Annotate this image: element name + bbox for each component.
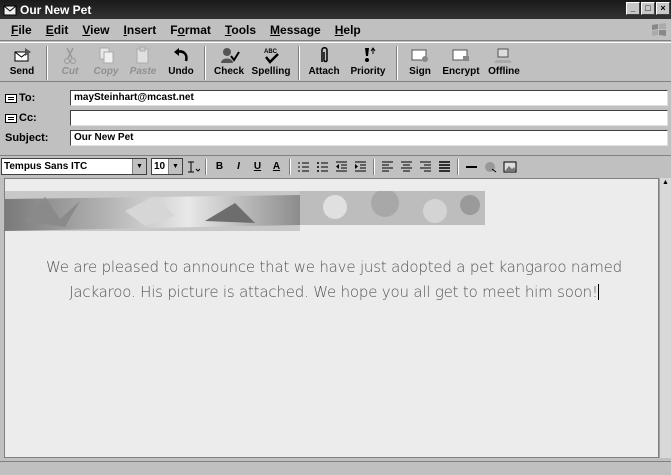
copy-button[interactable]: Copy xyxy=(88,43,124,81)
italic-button[interactable]: I xyxy=(230,158,247,175)
menu-help[interactable]: Help xyxy=(328,23,368,37)
menu-bar: File Edit View Insert Format Tools Messa… xyxy=(0,19,671,41)
align-right-icon xyxy=(420,161,431,171)
to-field[interactable]: maySteinhart@mcast.net xyxy=(70,90,668,106)
stationery-banner-image xyxy=(5,191,485,231)
status-bar xyxy=(0,461,671,475)
menu-edit[interactable]: Edit xyxy=(39,23,76,37)
justify-icon xyxy=(439,160,450,172)
send-icon xyxy=(14,48,31,62)
justify-button[interactable] xyxy=(436,158,453,175)
message-body-editor[interactable]: We are pleased to announce that we have … xyxy=(4,178,659,458)
encrypt-button[interactable]: Encrypt xyxy=(438,43,484,81)
address-book-icon xyxy=(5,113,17,123)
toolbar: Send Cut Copy Paste Undo Check ABC Spell… xyxy=(0,42,671,82)
align-right-button[interactable] xyxy=(417,158,434,175)
text-cursor xyxy=(597,284,599,300)
horizontal-line-icon xyxy=(466,165,477,168)
bullet-list-icon xyxy=(317,161,328,172)
menu-format[interactable]: Format xyxy=(163,23,218,37)
increase-indent-button[interactable] xyxy=(352,158,369,175)
to-label[interactable]: To: xyxy=(0,92,70,104)
numbered-list-button[interactable] xyxy=(295,158,312,175)
svg-text:ABC: ABC xyxy=(264,49,278,55)
cut-button[interactable]: Cut xyxy=(52,43,88,81)
priority-icon xyxy=(365,47,376,62)
clipboard-icon xyxy=(136,46,149,64)
numbered-list-icon xyxy=(298,162,309,171)
check-names-icon xyxy=(221,48,240,63)
maximize-button[interactable]: □ xyxy=(641,2,655,15)
underline-button[interactable]: U xyxy=(249,158,266,175)
send-button[interactable]: Send xyxy=(2,43,42,81)
windows-logo-icon xyxy=(652,23,666,36)
subject-row: Subject: Our New Pet xyxy=(0,128,671,148)
spelling-icon: ABC xyxy=(264,49,279,64)
close-button[interactable]: × xyxy=(656,2,670,15)
sign-icon xyxy=(411,49,428,62)
to-row: To: maySteinhart@mcast.net xyxy=(0,88,671,108)
paste-button[interactable]: Paste xyxy=(124,43,162,81)
undo-button[interactable]: Undo xyxy=(162,43,200,81)
insert-picture-button[interactable] xyxy=(501,158,518,175)
paragraph-style-icon xyxy=(187,161,200,172)
message-text: We are pleased to announce that we have … xyxy=(46,258,622,301)
chevron-down-icon[interactable]: ▼ xyxy=(168,159,182,174)
decrease-indent-button[interactable] xyxy=(333,158,350,175)
subject-label: Subject: xyxy=(5,132,49,144)
window-title: Our New Pet xyxy=(20,2,92,17)
increase-indent-icon xyxy=(355,161,366,171)
font-color-button[interactable]: A xyxy=(268,158,285,175)
menu-message[interactable]: Message xyxy=(263,23,328,37)
menu-insert[interactable]: Insert xyxy=(117,23,164,37)
align-center-icon xyxy=(401,161,412,171)
title-bar: Our New Pet _ □ × xyxy=(0,0,671,19)
align-center-button[interactable] xyxy=(398,158,415,175)
align-left-icon xyxy=(382,161,393,171)
scissors-icon xyxy=(64,47,76,64)
cc-label[interactable]: Cc: xyxy=(0,112,70,124)
globe-link-icon xyxy=(485,161,497,172)
vertical-scrollbar[interactable]: ▲ xyxy=(659,178,671,458)
address-book-icon xyxy=(5,93,17,103)
picture-icon xyxy=(503,161,516,172)
formatting-toolbar: Tempus Sans ITC ▼ 10 ▼ B I U A xyxy=(0,155,671,177)
copy-icon xyxy=(99,47,114,64)
chevron-down-icon[interactable]: ▼ xyxy=(132,159,146,174)
insert-hyperlink-button[interactable] xyxy=(482,158,499,175)
menu-tools[interactable]: Tools xyxy=(218,23,263,37)
subject-field[interactable]: Our New Pet xyxy=(70,130,668,146)
offline-icon xyxy=(494,48,512,63)
cc-field[interactable] xyxy=(70,110,668,126)
minimize-button[interactable]: _ xyxy=(626,2,640,15)
offline-button[interactable]: Offline xyxy=(484,43,524,81)
menu-view[interactable]: View xyxy=(75,23,116,37)
undo-icon xyxy=(174,48,188,62)
horizontal-line-button[interactable] xyxy=(463,158,480,175)
spelling-button[interactable]: ABC Spelling xyxy=(248,43,294,81)
menu-file[interactable]: File xyxy=(4,23,39,37)
encrypt-icon xyxy=(452,49,469,61)
align-left-button[interactable] xyxy=(379,158,396,175)
check-names-button[interactable]: Check xyxy=(210,43,248,81)
scroll-up-arrow-icon[interactable]: ▲ xyxy=(660,178,671,188)
bullet-list-button[interactable] xyxy=(314,158,331,175)
sign-button[interactable]: Sign xyxy=(402,43,438,81)
paperclip-icon xyxy=(321,47,328,63)
font-name-select[interactable]: Tempus Sans ITC ▼ xyxy=(1,158,147,175)
paragraph-style-button[interactable] xyxy=(184,158,201,175)
decrease-indent-icon xyxy=(336,161,347,171)
priority-button[interactable]: Priority xyxy=(344,43,392,81)
mail-message-icon xyxy=(3,5,17,16)
font-size-select[interactable]: 10 ▼ xyxy=(151,158,183,175)
attach-button[interactable]: Attach xyxy=(304,43,344,81)
cc-row: Cc: xyxy=(0,108,671,128)
bold-button[interactable]: B xyxy=(211,158,228,175)
